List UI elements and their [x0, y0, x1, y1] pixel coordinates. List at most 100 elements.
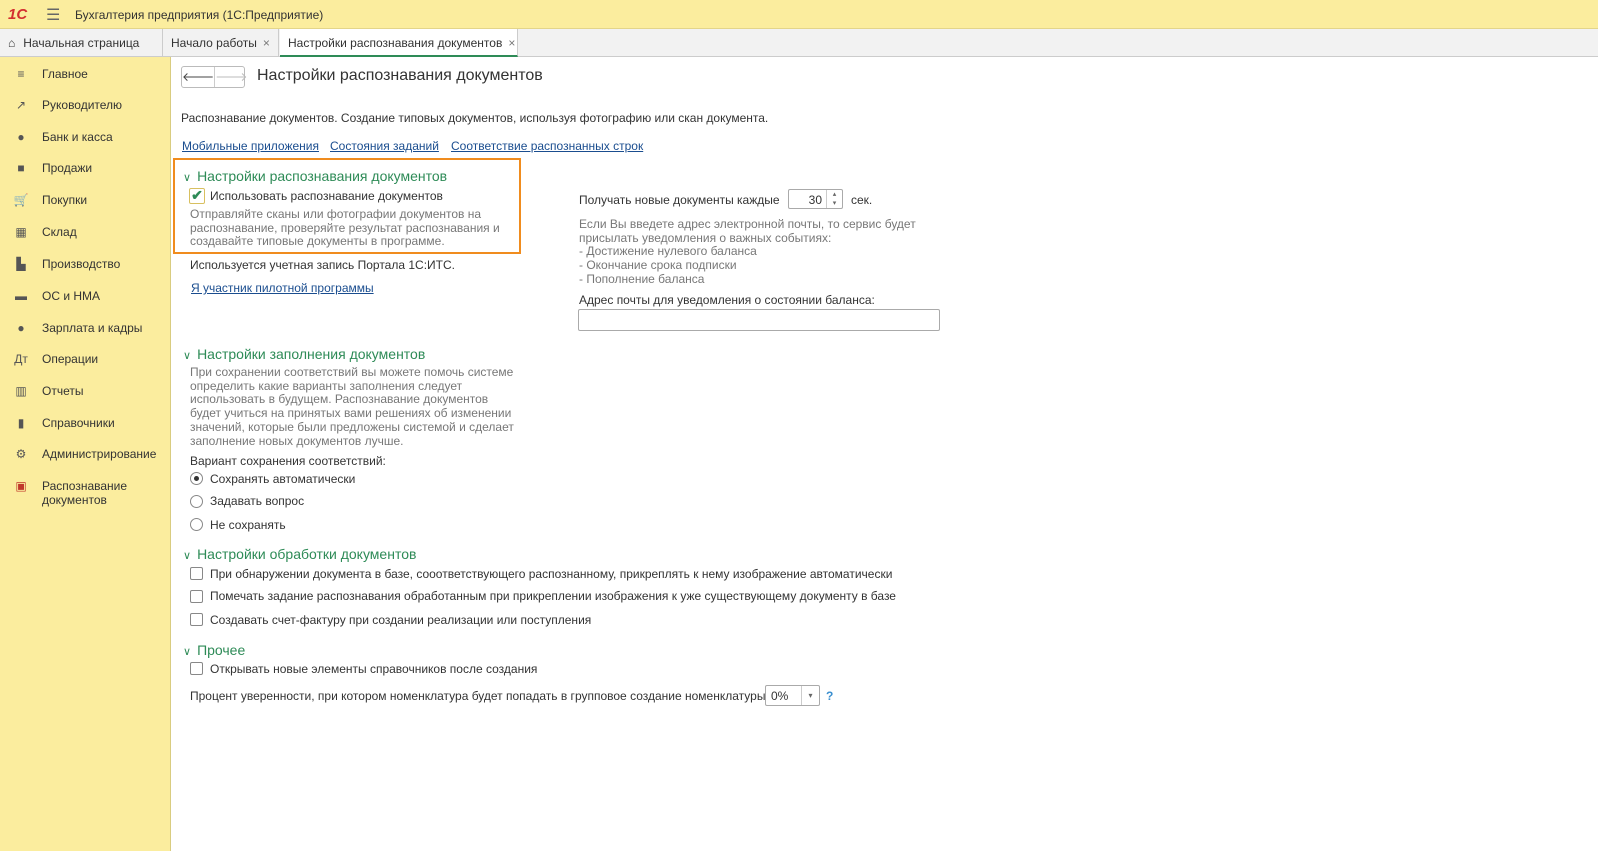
- section-title: Настройки заполнения документов: [197, 346, 426, 362]
- sidebar-item-label: Банк и касса: [42, 130, 113, 144]
- sidebar: ≡ Главное ↗ Руководителю ● Банк и касса ■ Прода…: [0, 57, 171, 851]
- page-description: Распознавание документов. Создание типов…: [181, 111, 769, 125]
- tab-label: Настройки распознавания документов: [288, 36, 503, 50]
- section-filling[interactable]: ∨ Настройки заполнения документов: [183, 346, 425, 362]
- percent-label: Процент уверенности, при котором номенкл…: [190, 689, 769, 703]
- sidebar-item-label: Руководителю: [42, 98, 123, 112]
- sidebar-item-label: Администрирование: [42, 447, 157, 461]
- sidebar-item-4[interactable]: 🛒 Покупки: [0, 193, 170, 207]
- recognition-hint: Отправляйте сканы или фотографии докумен…: [190, 207, 500, 249]
- app-title: Бухгалтерия предприятия (1С:Предприятие): [75, 8, 324, 22]
- radio-save-auto[interactable]: [190, 472, 203, 485]
- link-row-mapping[interactable]: Соответствие распознанных строк: [451, 139, 643, 153]
- sidebar-item-label: Операции: [42, 352, 99, 366]
- sidebar-icon: ●: [17, 321, 25, 335]
- sidebar-item-11[interactable]: ▮ Справочники: [0, 416, 170, 430]
- sidebar-icon: ⚙: [15, 447, 27, 461]
- interval-value: 30: [808, 193, 822, 207]
- radio-label: Задавать вопрос: [210, 494, 305, 508]
- sidebar-icon: ↗: [15, 98, 27, 112]
- sidebar-icon: ▬: [15, 289, 27, 303]
- checkbox-label: При обнаружении документа в базе, сооотв…: [210, 567, 893, 581]
- mark-processed-checkbox[interactable]: [190, 590, 203, 603]
- attach-image-checkbox[interactable]: [190, 567, 203, 580]
- sidebar-item-12[interactable]: ⚙ Администрирование: [0, 447, 170, 461]
- sidebar-item-6[interactable]: ▙ Производство: [0, 257, 170, 271]
- sidebar-icon: ▦: [15, 225, 27, 239]
- title-bar: 1С ☰ Бухгалтерия предприятия (1С:Предпри…: [0, 0, 1598, 29]
- chevron-down-icon[interactable]: ▾: [801, 686, 819, 705]
- sidebar-item-label: Продажи: [42, 161, 93, 175]
- interval-stepper[interactable]: 30 ▴ ▾: [788, 189, 843, 209]
- stepper-arrows-icon[interactable]: ▴ ▾: [826, 190, 842, 208]
- sidebar-item-3[interactable]: ■ Продажи: [0, 161, 170, 175]
- close-icon[interactable]: ×: [508, 36, 515, 50]
- tab-label: Начало работы: [171, 36, 257, 50]
- interval-unit: сек.: [851, 193, 873, 207]
- tab-recognition-settings[interactable]: Настройки распознавания документов ×: [280, 29, 518, 57]
- sidebar-item-10[interactable]: ▥ Отчеты: [0, 384, 170, 398]
- tab-home[interactable]: ⌂ Начальная страница: [0, 29, 163, 57]
- percent-value: 0%: [771, 689, 789, 703]
- sidebar-item-13[interactable]: ▣ Распознавание документов: [0, 479, 170, 507]
- email-input[interactable]: [578, 309, 940, 331]
- sidebar-item-label: Отчеты: [42, 384, 84, 398]
- section-processing[interactable]: ∨ Настройки обработки документов: [183, 546, 416, 562]
- tab-bar: ⌂ Начальная страница Начало работы × Настр…: [0, 29, 1598, 57]
- radio-dont-save[interactable]: [190, 518, 203, 531]
- section-title: Настройки распознавания документов: [197, 168, 448, 184]
- forward-button[interactable]: 🡒: [215, 67, 247, 87]
- sidebar-icon: ▣: [15, 479, 27, 493]
- pilot-program-link[interactable]: Я участник пилотной программы: [191, 281, 374, 295]
- sidebar-item-label: Производство: [42, 257, 121, 271]
- section-recognition[interactable]: ∨ Настройки распознавания документов: [183, 168, 447, 184]
- checkbox-label: Помечать задание распознавания обработан…: [210, 589, 896, 603]
- open-new-items-checkbox[interactable]: [190, 662, 203, 675]
- page-title: Настройки распознавания документов: [257, 67, 543, 84]
- sidebar-item-label: Склад: [42, 225, 77, 239]
- sidebar-item-label: Главное: [42, 67, 88, 81]
- use-recognition-label: Использовать распознавание документов: [210, 189, 443, 203]
- menu-icon[interactable]: ☰: [46, 5, 60, 25]
- tab-start[interactable]: Начало работы ×: [163, 29, 279, 57]
- create-invoice-checkbox[interactable]: [190, 613, 203, 626]
- radio-ask[interactable]: [190, 495, 203, 508]
- back-button[interactable]: 🡐: [182, 67, 216, 87]
- checkbox-label: Открывать новые элементы справочников по…: [210, 662, 538, 676]
- help-icon[interactable]: ?: [826, 689, 833, 703]
- sidebar-item-7[interactable]: ▬ ОС и НМА: [0, 289, 170, 303]
- chevron-down-icon: ∨: [183, 646, 192, 658]
- filling-hint: При сохранении соответствий вы можете по…: [190, 365, 514, 448]
- sidebar-icon: 🛒: [13, 193, 29, 207]
- sidebar-icon: ●: [17, 130, 25, 144]
- section-title: Настройки обработки документов: [197, 546, 417, 562]
- chevron-down-icon: ∨: [183, 550, 192, 562]
- app-logo: 1С: [8, 6, 28, 23]
- percent-select[interactable]: 0% ▾: [765, 685, 820, 706]
- close-icon[interactable]: ×: [263, 36, 270, 50]
- sidebar-item-8[interactable]: ● Зарплата и кадры: [0, 321, 170, 335]
- use-recognition-checkbox[interactable]: ✔: [189, 188, 205, 204]
- link-mobile-apps[interactable]: Мобильные приложения: [182, 139, 319, 153]
- link-job-states[interactable]: Состояния заданий: [330, 139, 439, 153]
- sidebar-item-label: Зарплата и кадры: [42, 321, 143, 335]
- sidebar-item-9[interactable]: Дт Операции: [0, 352, 170, 366]
- email-note: Если Вы введете адрес электронной почты,…: [579, 217, 916, 286]
- account-info: Используется учетная запись Портала 1С:И…: [190, 258, 455, 272]
- sidebar-item-5[interactable]: ▦ Склад: [0, 225, 170, 239]
- sidebar-item-2[interactable]: ● Банк и касса: [0, 130, 170, 144]
- home-icon: ⌂: [8, 36, 16, 50]
- sidebar-item-0[interactable]: ≡ Главное: [0, 67, 170, 81]
- section-title: Прочее: [197, 642, 246, 658]
- sidebar-icon: ■: [17, 161, 25, 175]
- checkbox-label: Создавать счет-фактуру при создании реал…: [210, 613, 592, 627]
- sidebar-item-label: Справочники: [42, 416, 115, 430]
- sidebar-item-label: Покупки: [42, 193, 88, 207]
- section-other[interactable]: ∨ Прочее: [183, 642, 245, 658]
- email-label: Адрес почты для уведомления о состоянии …: [579, 293, 875, 307]
- sidebar-item-label: ОС и НМА: [42, 289, 101, 303]
- variant-label: Вариант сохранения соответствий:: [190, 454, 386, 468]
- tab-label: Начальная страница: [23, 36, 140, 50]
- sidebar-item-1[interactable]: ↗ Руководителю: [0, 98, 170, 112]
- sidebar-icon: ▮: [17, 416, 25, 430]
